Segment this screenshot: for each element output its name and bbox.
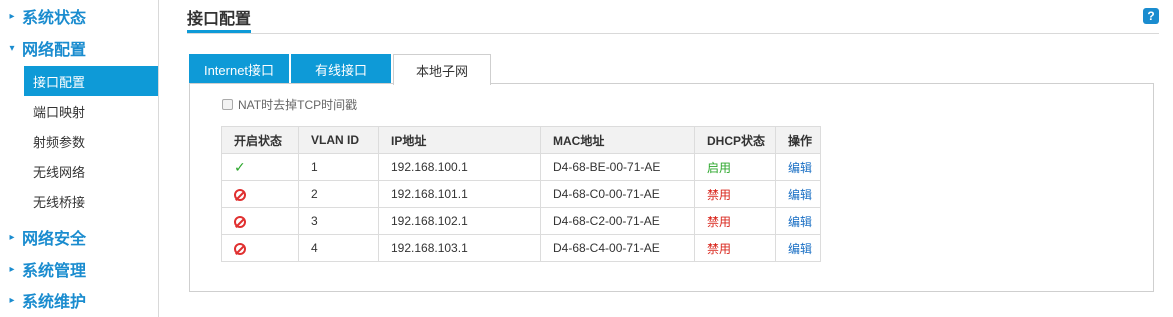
disabled-icon <box>234 215 246 228</box>
vlan-id-cell: 2 <box>298 180 379 208</box>
help-icon[interactable]: ? <box>1143 8 1159 24</box>
edit-link[interactable]: 编辑 <box>788 242 812 256</box>
mac-cell: D4-68-BE-00-71-AE <box>540 153 695 181</box>
mac-cell: D4-68-C0-00-71-AE <box>540 180 695 208</box>
edit-link[interactable]: 编辑 <box>788 215 812 229</box>
status-cell <box>221 180 299 208</box>
column-header: 开启状态 <box>221 126 299 154</box>
tab-local-subnet[interactable]: 本地子网 <box>393 54 491 85</box>
nav-group-system-management[interactable]: ▸ 系统管理 <box>0 255 158 283</box>
page-title: 接口配置 <box>187 5 252 33</box>
column-header: MAC地址 <box>540 126 695 154</box>
status-cell: ✓ <box>221 153 299 181</box>
chevron-right-icon: ▸ <box>9 231 15 243</box>
vlan-id-cell: 3 <box>298 207 379 235</box>
nav-group-label: 系统状态 <box>22 10 87 27</box>
nav-group-network-security[interactable]: ▸ 网络安全 <box>0 223 158 251</box>
sidebar-item-wireless-network[interactable]: 无线网络 <box>24 156 158 186</box>
ip-cell: 192.168.100.1 <box>378 153 541 181</box>
edit-link[interactable]: 编辑 <box>788 161 812 175</box>
sidebar-item-interface-config[interactable]: 接口配置 <box>24 66 158 96</box>
dhcp-status-cell: 启用 <box>694 153 776 181</box>
ip-cell: 192.168.101.1 <box>378 180 541 208</box>
tab-wired-interface[interactable]: 有线接口 <box>291 54 391 84</box>
ip-cell: 192.168.103.1 <box>378 234 541 262</box>
ip-cell: 192.168.102.1 <box>378 207 541 235</box>
status-cell <box>221 234 299 262</box>
nav-group-label: 系统维护 <box>22 294 87 311</box>
status-cell <box>221 207 299 235</box>
nav-group-system-maintenance[interactable]: ▸ 系统维护 <box>0 286 158 314</box>
nav-group-system-status[interactable]: ▸ 系统状态 <box>0 2 158 30</box>
chevron-right-icon: ▸ <box>9 263 15 275</box>
disabled-icon <box>234 242 246 255</box>
tab-bar: Internet接口 有线接口 本地子网 <box>189 54 493 85</box>
vlan-id-cell: 1 <box>298 153 379 181</box>
column-header: 操作 <box>775 126 821 154</box>
mac-cell: D4-68-C4-00-71-AE <box>540 234 695 262</box>
check-icon: ✓ <box>234 158 246 175</box>
disabled-icon <box>234 188 246 201</box>
nat-option: NAT时去掉TCP时间戳 <box>222 96 357 113</box>
chevron-right-icon: ▸ <box>9 10 15 22</box>
table-row: ✓ 1 192.168.100.1 D4-68-BE-00-71-AE 启用 编… <box>221 153 821 181</box>
sidebar-item-port-mapping[interactable]: 端口映射 <box>24 96 158 126</box>
tab-panel: NAT时去掉TCP时间戳 开启状态 VLAN ID IP地址 MAC地址 DHC… <box>189 83 1154 292</box>
sidebar-item-wireless-bridge[interactable]: 无线桥接 <box>24 186 158 216</box>
mac-cell: D4-68-C2-00-71-AE <box>540 207 695 235</box>
action-cell: 编辑 <box>775 207 821 235</box>
header-divider <box>187 33 1159 34</box>
nav-group-label: 网络安全 <box>22 231 87 248</box>
table-header-row: 开启状态 VLAN ID IP地址 MAC地址 DHCP状态 操作 <box>221 126 821 154</box>
vlan-id-cell: 4 <box>298 234 379 262</box>
table-row: 2 192.168.101.1 D4-68-C0-00-71-AE 禁用 编辑 <box>221 180 821 208</box>
tab-internet-interface[interactable]: Internet接口 <box>189 54 289 84</box>
action-cell: 编辑 <box>775 180 821 208</box>
nat-timestamp-checkbox[interactable] <box>222 99 233 110</box>
column-header: VLAN ID <box>298 126 379 154</box>
sidebar: ▸ 系统状态 ▾ 网络配置 接口配置 端口映射 射频参数 无线网络 无线桥接 ▸… <box>0 0 159 317</box>
sidebar-item-rf-params[interactable]: 射频参数 <box>24 126 158 156</box>
dhcp-status-cell: 禁用 <box>694 180 776 208</box>
edit-link[interactable]: 编辑 <box>788 188 812 202</box>
column-header: DHCP状态 <box>694 126 776 154</box>
dhcp-status-cell: 禁用 <box>694 207 776 235</box>
nat-timestamp-label: NAT时去掉TCP时间戳 <box>238 98 358 112</box>
action-cell: 编辑 <box>775 234 821 262</box>
nav-group-label: 系统管理 <box>22 263 87 280</box>
dhcp-status-cell: 禁用 <box>694 234 776 262</box>
chevron-right-icon: ▸ <box>9 294 15 306</box>
main-content: 接口配置 ? Internet接口 有线接口 本地子网 NAT时去掉TCP时间戳… <box>159 0 1173 317</box>
nav-group-network-config[interactable]: ▾ 网络配置 <box>0 34 158 62</box>
action-cell: 编辑 <box>775 153 821 181</box>
nav-group-label: 网络配置 <box>22 42 87 59</box>
table-row: 4 192.168.103.1 D4-68-C4-00-71-AE 禁用 编辑 <box>221 234 821 262</box>
subnet-table: 开启状态 VLAN ID IP地址 MAC地址 DHCP状态 操作 ✓ 1 19… <box>221 126 821 262</box>
table-row: 3 192.168.102.1 D4-68-C2-00-71-AE 禁用 编辑 <box>221 207 821 235</box>
column-header: IP地址 <box>378 126 541 154</box>
chevron-down-icon: ▾ <box>9 42 15 54</box>
